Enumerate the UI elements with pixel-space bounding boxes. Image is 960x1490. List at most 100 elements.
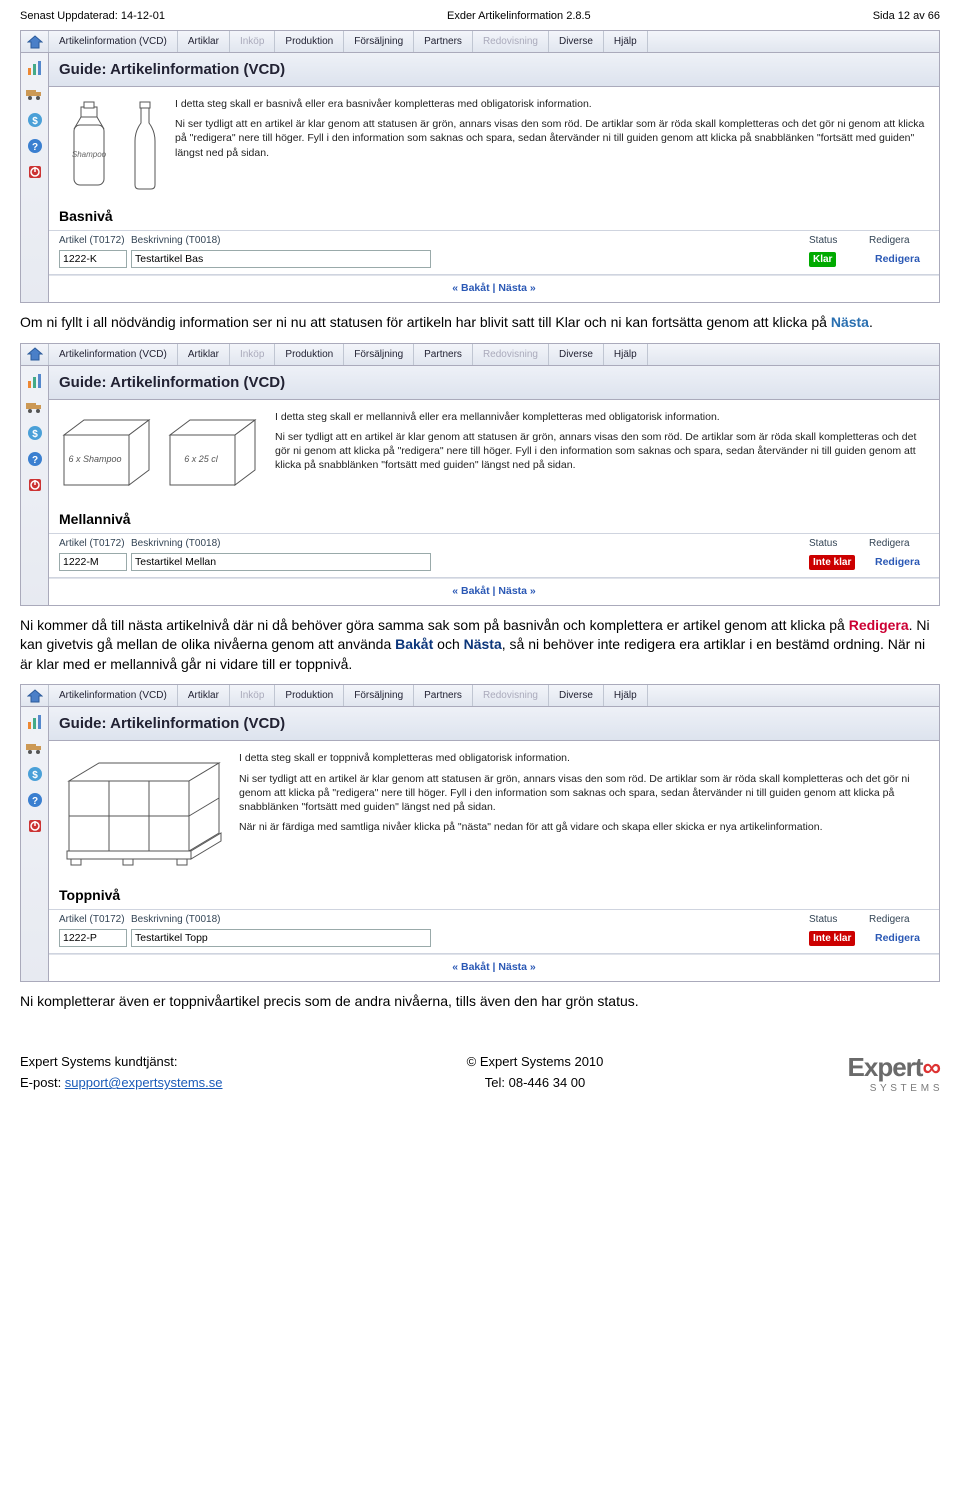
footer-mid-1: © Expert Systems 2010 [467,1052,604,1073]
th-article: Artikel (T0172) [59,538,131,549]
desc-field[interactable] [131,250,431,268]
menu-item-5[interactable]: Partners [414,344,473,365]
menubar: Artikelinformation (VCD) Artiklar Inköp … [21,31,939,53]
pager-back[interactable]: « Bakåt [452,282,489,294]
menu-item-2[interactable]: Inköp [230,344,275,365]
edit-link[interactable]: Redigera [869,556,920,568]
help-icon[interactable]: ? [26,791,44,809]
menu-item-8[interactable]: Hjälp [604,685,648,706]
svg-text:?: ? [31,455,37,466]
body-text-2: Ni kommer då till nästa artikelnivå där … [20,616,940,675]
edit-link[interactable]: Redigera [869,253,920,265]
section-label: Toppnivå [49,881,939,903]
svg-text:$: $ [32,429,38,440]
guide-info: I detta steg skall er toppnivå komplette… [239,751,929,871]
th-article: Artikel (T0172) [59,235,131,246]
menu-item-1[interactable]: Artiklar [178,31,230,52]
th-edit: Redigera [869,538,929,549]
table-header: Artikel (T0172) Beskrivning (T0018) Stat… [49,909,939,927]
help-icon[interactable]: ? [26,137,44,155]
chart-icon[interactable] [26,59,44,77]
guide-title: Guide: Artikelinformation (VCD) [49,53,939,87]
menu-item-0[interactable]: Artikelinformation (VCD) [49,344,178,365]
menu-item-5[interactable]: Partners [414,31,473,52]
page-footer: Expert Systems kundtjänst: E-post: suppo… [20,1052,940,1094]
dollar-icon[interactable]: $ [26,111,44,129]
support-email-link[interactable]: support@expertsystems.se [65,1075,223,1090]
chart-icon[interactable] [26,713,44,731]
header-center: Exder Artikelinformation 2.8.5 [447,10,591,22]
sidebar: $ ? [21,366,49,605]
app-panel-mellanniva: Artikelinformation (VCD) Artiklar Inköp … [20,343,940,606]
menu-item-3[interactable]: Produktion [275,31,344,52]
home-icon[interactable] [21,344,49,365]
pager-back[interactable]: « Bakåt [452,961,489,973]
table-header: Artikel (T0172) Beskrivning (T0018) Stat… [49,230,939,248]
illustration-bottles: Shampoo [59,97,165,192]
header-left: Senast Uppdaterad: 14-12-01 [20,10,165,22]
menu-item-8[interactable]: Hjälp [604,344,648,365]
sidebar: $ ? [21,707,49,981]
header-right: Sida 12 av 66 [873,10,940,22]
menu-item-0[interactable]: Artikelinformation (VCD) [49,685,178,706]
home-icon[interactable] [21,685,49,706]
menubar: Artikelinformation (VCD) Artiklar Inköp … [21,344,939,366]
th-status: Status [809,914,869,925]
th-desc: Beskrivning (T0018) [131,235,809,246]
menu-item-7[interactable]: Diverse [549,685,604,706]
menu-item-4[interactable]: Försäljning [344,685,414,706]
table-row: Inte klar Redigera [49,927,939,954]
guide-info: I detta steg skall er mellannivå eller e… [275,410,929,495]
home-icon[interactable] [21,31,49,52]
menu-item-5[interactable]: Partners [414,685,473,706]
article-field[interactable] [59,929,127,947]
dollar-icon[interactable]: $ [26,765,44,783]
menu-item-3[interactable]: Produktion [275,685,344,706]
menu-item-1[interactable]: Artiklar [178,344,230,365]
th-edit: Redigera [869,914,929,925]
menu-item-2[interactable]: Inköp [230,31,275,52]
power-icon[interactable] [26,817,44,835]
menu-item-1[interactable]: Artiklar [178,685,230,706]
illustration-pallet [59,751,229,871]
edit-link[interactable]: Redigera [869,932,920,944]
pager-next[interactable]: Nästa » [498,282,535,294]
menu-item-4[interactable]: Försäljning [344,31,414,52]
desc-field[interactable] [131,929,431,947]
pager-next[interactable]: Nästa » [498,961,535,973]
menu-item-8[interactable]: Hjälp [604,31,648,52]
section-label: Mellannivå [49,505,939,527]
power-icon[interactable] [26,163,44,181]
truck-icon[interactable] [26,85,44,103]
truck-icon[interactable] [26,398,44,416]
chart-icon[interactable] [26,372,44,390]
svg-text:?: ? [31,142,37,153]
app-panel-basniva: Artikelinformation (VCD) Artiklar Inköp … [20,30,940,303]
status-badge: Inte klar [809,555,855,570]
dollar-icon[interactable]: $ [26,424,44,442]
pager-next[interactable]: Nästa » [498,585,535,597]
menu-item-4[interactable]: Försäljning [344,344,414,365]
menu-item-3[interactable]: Produktion [275,344,344,365]
menu-item-6[interactable]: Redovisning [473,344,549,365]
menu-item-7[interactable]: Diverse [549,31,604,52]
menu-item-7[interactable]: Diverse [549,344,604,365]
menu-item-2[interactable]: Inköp [230,685,275,706]
info-p1: I detta steg skall er toppnivå komplette… [239,751,929,765]
desc-field[interactable] [131,553,431,571]
page-header: Senast Uppdaterad: 14-12-01 Exder Artike… [20,10,940,22]
help-icon[interactable]: ? [26,450,44,468]
menu-item-6[interactable]: Redovisning [473,685,549,706]
info-p2: Ni ser tydligt att en artikel är klar ge… [275,430,929,473]
menu-item-0[interactable]: Artikelinformation (VCD) [49,31,178,52]
svg-text:6 x Shampoo: 6 x Shampoo [68,454,121,464]
menu-item-6[interactable]: Redovisning [473,31,549,52]
pager-back[interactable]: « Bakåt [452,585,489,597]
power-icon[interactable] [26,476,44,494]
status-badge: Inte klar [809,931,855,946]
guide-info: I detta steg skall er basnivå eller era … [175,97,929,192]
info-p1: I detta steg skall er basnivå eller era … [175,97,929,111]
article-field[interactable] [59,553,127,571]
truck-icon[interactable] [26,739,44,757]
article-field[interactable] [59,250,127,268]
